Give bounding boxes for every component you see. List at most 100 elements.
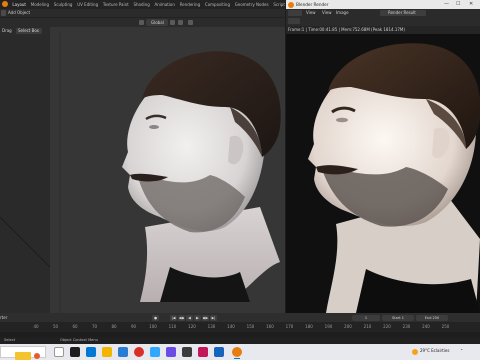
store-icon[interactable] xyxy=(118,347,128,357)
render-result-canvas[interactable] xyxy=(286,34,480,313)
status-select-hint: Select xyxy=(4,338,16,342)
ruler-tick: 140 xyxy=(227,324,235,329)
task-view-icon[interactable] xyxy=(70,347,80,357)
menu-add[interactable]: Add xyxy=(8,9,16,17)
ruler-tick: 190 xyxy=(324,324,333,329)
tool-header: Drag Select Box xyxy=(0,27,50,35)
ruler-tick: 50 xyxy=(52,324,59,329)
menu-view-2[interactable]: View xyxy=(322,9,332,17)
jump-start-icon[interactable]: |◀ xyxy=(170,314,177,321)
file-explorer-icon[interactable] xyxy=(102,347,112,357)
tab-texture-paint[interactable]: Texture Paint xyxy=(101,0,132,9)
render-window-header: View View Image Render Result xyxy=(286,9,480,26)
rendered-head-image xyxy=(308,43,480,313)
tab-sculpting[interactable]: Sculpting xyxy=(51,0,74,9)
tab-modeling[interactable]: Modeling xyxy=(28,0,51,9)
up-arrow-icon[interactable]: ⌃ xyxy=(460,348,463,353)
ruler-tick: 240 xyxy=(422,324,430,329)
maximize-icon[interactable]: ☐ xyxy=(456,0,460,9)
app-icon-2[interactable] xyxy=(198,347,208,357)
discord-icon[interactable] xyxy=(166,347,176,357)
jump-end-icon[interactable]: ▶| xyxy=(210,314,217,321)
ruler-tick: 220 xyxy=(383,324,391,329)
select-box-label: Select Box xyxy=(18,28,40,33)
ruler-tick: 100 xyxy=(149,324,157,329)
render-info-bar: Frame:1 | Time:00:41.85 | Mem:752.68M (P… xyxy=(286,26,480,34)
viewport-outside-camera[interactable] xyxy=(0,27,50,318)
snap-icon[interactable] xyxy=(178,20,183,25)
ruler-tick: 200 xyxy=(344,324,352,329)
windows-taskbar: 29°C Eclairties ⌃ xyxy=(0,344,480,360)
viewport-head-render xyxy=(59,32,281,318)
chrome-icon[interactable] xyxy=(134,347,144,357)
tab-compositing[interactable]: Compositing xyxy=(203,0,233,9)
camera-view-frame[interactable] xyxy=(50,27,285,318)
end-frame-field[interactable]: End 250 xyxy=(416,314,448,321)
editor-type-icon[interactable] xyxy=(1,10,6,16)
timeline-header: rter ● |◀ ◀◆ ◀ ▶ ◆▶ ▶| 1 Start 1 End 250 xyxy=(0,313,480,322)
ruler-tick: 160 xyxy=(266,324,274,329)
ruler-tick: 230 xyxy=(402,324,411,329)
ruler-tick: 60 xyxy=(72,324,78,329)
blender-taskbar-icon[interactable] xyxy=(232,347,242,359)
app-icon-1[interactable] xyxy=(182,347,192,357)
status-context-menu-hint: Object Context Menu xyxy=(60,338,98,342)
select-box-dropdown[interactable]: Select Box xyxy=(16,28,42,34)
menu-view[interactable]: View xyxy=(306,9,316,17)
transform-orientation-dropdown[interactable]: Global xyxy=(146,19,168,26)
timeline-menu-label[interactable]: rter xyxy=(0,313,7,322)
render-window: Blender Render — ☐ ✕ View View Image Ren… xyxy=(286,0,480,313)
menu-image[interactable]: Image xyxy=(336,9,349,17)
prev-keyframe-icon[interactable]: ◀◆ xyxy=(178,314,185,321)
tool-drag-label: Drag xyxy=(2,28,12,33)
next-keyframe-icon[interactable]: ◆▶ xyxy=(202,314,209,321)
ruler-tick: 170 xyxy=(285,324,294,329)
status-bar: Select Object Context Menu xyxy=(0,337,480,344)
photoshop-icon[interactable] xyxy=(150,347,160,357)
blender-main-window: Layout Modeling Sculpting UV Editing Tex… xyxy=(0,0,285,344)
start-frame-field[interactable]: Start 1 xyxy=(382,314,414,321)
app-icon-3[interactable] xyxy=(214,347,224,357)
ruler-tick: 120 xyxy=(188,324,196,329)
end-frame-label: End xyxy=(424,315,432,320)
viewport-toolbar: Global xyxy=(0,17,285,27)
search-icon[interactable] xyxy=(54,347,64,357)
tab-scripting[interactable]: Scripting xyxy=(271,0,285,9)
render-window-title: Blender Render xyxy=(296,2,329,7)
render-window-titlebar[interactable]: Blender Render — ☐ ✕ xyxy=(286,0,480,9)
weather-text[interactable]: 29°C Eclairties xyxy=(420,348,449,353)
weather-icon[interactable] xyxy=(412,349,418,355)
ruler-tick: 70 xyxy=(91,324,98,329)
minimize-icon[interactable]: — xyxy=(444,0,449,9)
taskbar-search-art xyxy=(15,352,40,360)
ruler-tick: 40 xyxy=(33,324,39,329)
end-frame-value: 250 xyxy=(432,315,440,320)
display-mode-dropdown[interactable] xyxy=(288,18,300,24)
record-icon[interactable]: ● xyxy=(152,314,159,321)
current-frame-field[interactable]: 1 xyxy=(352,314,380,321)
tab-uv-editing[interactable]: UV Editing xyxy=(75,0,101,9)
tab-geometry-nodes[interactable]: Geometry Nodes xyxy=(232,0,271,9)
play-icon[interactable]: ▶ xyxy=(194,314,201,321)
editor-type-dropdown[interactable] xyxy=(288,10,302,16)
tab-shading[interactable]: Shading xyxy=(131,0,152,9)
edge-browser-icon[interactable] xyxy=(86,347,96,357)
render-slot-label: Render Result xyxy=(388,10,416,15)
pivot-icon[interactable] xyxy=(170,20,175,25)
ruler-tick: 130 xyxy=(207,324,216,329)
play-reverse-icon[interactable]: ◀ xyxy=(186,314,193,321)
transform-orientation-label: Global xyxy=(151,20,164,25)
ruler-tick: 150 xyxy=(246,324,255,329)
menu-object[interactable]: Object xyxy=(17,9,30,17)
close-icon[interactable]: ✕ xyxy=(469,0,473,9)
transform-orientation-icon[interactable] xyxy=(139,20,144,25)
render-slot-dropdown[interactable]: Render Result xyxy=(380,10,426,16)
timeline-ruler[interactable]: 40 50 60 70 80 90 100 110 120 130 140 150 160 170 180 1… xyxy=(0,322,480,332)
blender-logo-icon[interactable] xyxy=(2,1,8,7)
taskbar-search-box[interactable] xyxy=(0,346,46,360)
tab-animation[interactable]: Animation xyxy=(152,0,177,9)
proportional-edit-icon[interactable] xyxy=(188,20,193,25)
tab-layout[interactable]: Layout xyxy=(10,0,28,9)
tab-rendering[interactable]: Rendering xyxy=(177,0,202,9)
ruler-tick: 180 xyxy=(305,324,313,329)
